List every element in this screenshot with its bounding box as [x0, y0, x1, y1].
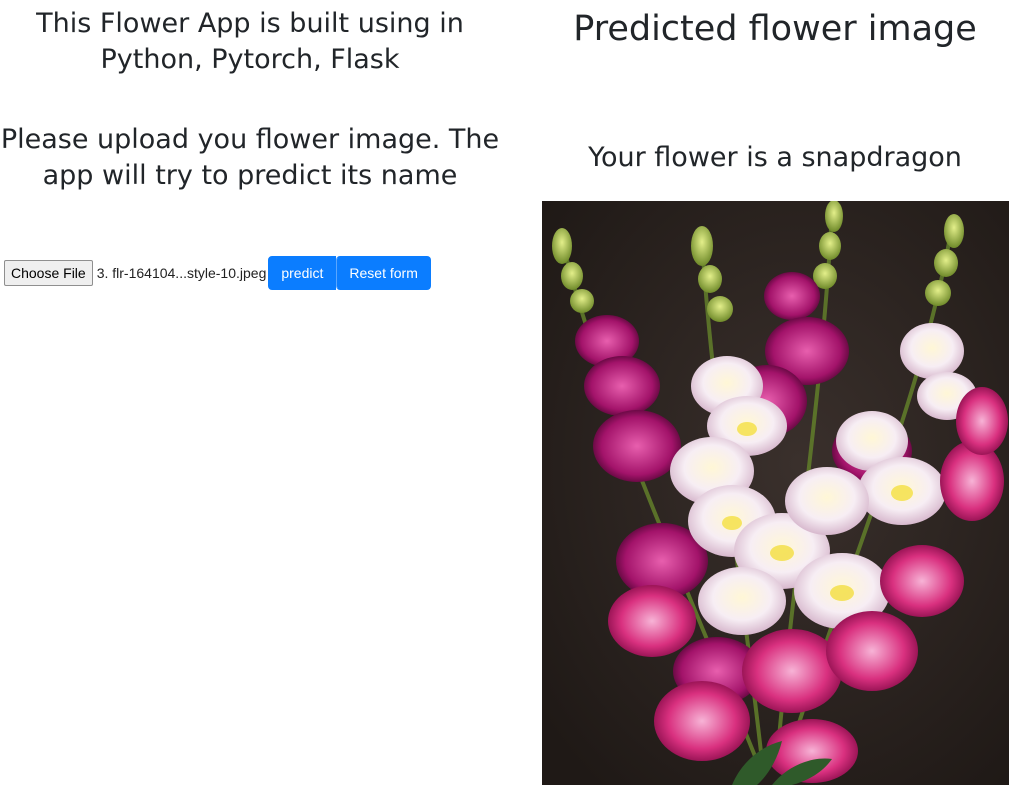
page: This Flower App is built using in Python… [0, 0, 1034, 800]
reset-form-button[interactable]: Reset form [336, 256, 431, 290]
prediction-heading: Predicted flower image [573, 9, 977, 49]
app-title: This Flower App is built using in Python… [36, 8, 464, 75]
choose-file-button[interactable]: Choose File [4, 260, 93, 286]
upload-instructions: Please upload you flower image. The app … [0, 124, 500, 191]
snapdragon-photo-icon [542, 201, 1009, 785]
upload-form: Choose File 3. flr-164104...style-10.jpe… [4, 256, 431, 290]
prediction-result: Your flower is a snapdragon [588, 142, 962, 173]
predict-button[interactable]: predict [268, 256, 337, 290]
selected-file-name: 3. flr-164104...style-10.jpeg [96, 265, 267, 281]
flower-photo [542, 201, 1009, 785]
